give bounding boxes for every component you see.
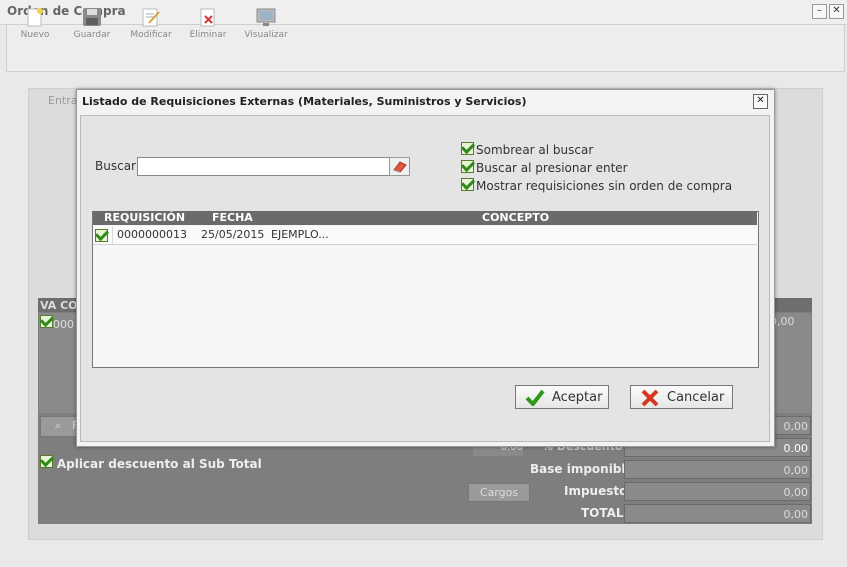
shade-on-search-checkbox[interactable]	[461, 142, 474, 155]
row-concepto: EJEMPLO...	[271, 228, 329, 241]
close-icon: ✕	[756, 95, 765, 106]
items-row-value: 000	[53, 318, 74, 331]
total-value: 0,00	[624, 504, 811, 523]
row-fecha: 25/05/2015	[201, 228, 265, 241]
column-fecha[interactable]: FECHA	[212, 211, 253, 224]
search-on-enter-label: Buscar al presionar enter	[476, 161, 628, 175]
tab-entrada[interactable]: Entra	[48, 94, 78, 107]
monitor-icon	[256, 8, 276, 26]
total-label: TOTAL	[581, 506, 624, 520]
eraser-icon	[393, 161, 407, 173]
shade-on-search-label: Sombrear al buscar	[476, 143, 594, 157]
accept-label: Aceptar	[552, 390, 603, 405]
delete-button-label: Eliminar	[189, 30, 227, 40]
items-row-checkbox[interactable]	[40, 315, 53, 328]
cancel-button[interactable]: Cancelar	[630, 385, 733, 409]
grid-row[interactable]: 0000000013 25/05/2015 EJEMPLO...	[93, 226, 757, 245]
apply-discount-option[interactable]: Aplicar descuento al Sub Total	[40, 455, 262, 471]
dialog-close-button[interactable]: ✕	[753, 94, 768, 109]
items-table-header-text: VA CO	[40, 299, 78, 312]
save-button-label: Guardar	[73, 30, 111, 40]
edit-button-label: Modificar	[130, 30, 172, 40]
edit-button[interactable]: Modificar	[126, 6, 176, 40]
view-button[interactable]: Visualizar	[241, 6, 291, 40]
view-button-label: Visualizar	[244, 30, 288, 40]
edit-icon	[142, 8, 160, 27]
search-label: Buscar	[95, 159, 136, 173]
save-disk-icon	[83, 8, 101, 26]
base-imponible-label: Base imponible	[530, 462, 634, 476]
cancel-x-icon	[641, 389, 659, 407]
row-checkbox[interactable]	[95, 229, 108, 242]
new-document-icon	[27, 8, 43, 27]
option-shade-on-search[interactable]: Sombrear al buscar	[461, 142, 593, 157]
checkmark-icon	[525, 389, 545, 406]
search-input[interactable]	[137, 157, 390, 176]
impuesto-label: Impuesto	[564, 484, 628, 498]
show-without-order-checkbox[interactable]	[461, 178, 474, 191]
column-requisicion[interactable]: REQUISICIÓN	[104, 211, 185, 224]
delete-button[interactable]: Eliminar	[183, 6, 233, 40]
option-show-without-order[interactable]: Mostrar requisiciones sin orden de compr…	[461, 178, 732, 193]
minimize-button[interactable]: –	[812, 4, 827, 19]
close-window-button[interactable]: ✕	[829, 4, 844, 19]
base-imponible-value: 0,00	[624, 460, 811, 479]
magnifier-icon: ⌕	[55, 419, 62, 432]
cargos-button[interactable]: Cargos	[468, 483, 530, 502]
new-button-label: Nuevo	[20, 30, 50, 40]
column-concepto[interactable]: CONCEPTO	[482, 211, 549, 224]
cancel-label: Cancelar	[667, 390, 725, 405]
show-without-order-label: Mostrar requisiciones sin orden de compr…	[476, 179, 733, 193]
save-button[interactable]: Guardar	[67, 6, 117, 40]
search-on-enter-checkbox[interactable]	[461, 160, 474, 173]
clear-search-button[interactable]	[389, 157, 410, 176]
option-search-on-enter[interactable]: Buscar al presionar enter	[461, 160, 628, 175]
grid-header: REQUISICIÓN FECHA CONCEPTO	[93, 211, 757, 225]
delete-icon	[200, 8, 215, 27]
dialog-title: Listado de Requisiciones Externas (Mater…	[82, 95, 527, 108]
accept-button[interactable]: Aceptar	[515, 385, 609, 409]
items-row[interactable]: 000	[40, 315, 74, 331]
impuesto-value: 0,00	[624, 482, 811, 501]
apply-discount-label: Aplicar descuento al Sub Total	[56, 457, 262, 471]
row-requisicion: 0000000013	[117, 228, 187, 241]
apply-discount-checkbox[interactable]	[40, 455, 53, 468]
new-button[interactable]: Nuevo	[10, 6, 60, 40]
